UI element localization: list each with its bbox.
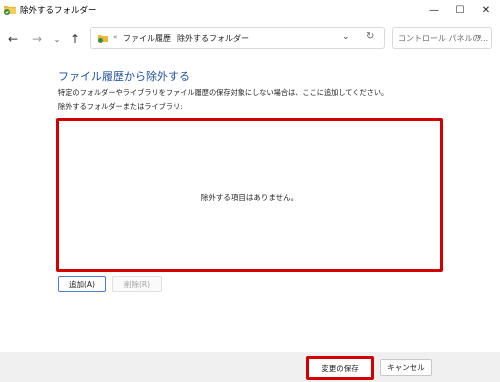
breadcrumb-file-history[interactable]: ファイル履歴 (123, 33, 171, 44)
breadcrumb-separator-icon[interactable]: › (165, 32, 169, 42)
maximize-icon: ☐ (455, 4, 465, 16)
cancel-button[interactable]: キャンセル (380, 359, 432, 376)
file-history-icon (98, 35, 108, 43)
minimize-icon: — (429, 4, 439, 16)
overflow-chevron-icon[interactable]: « (113, 33, 117, 41)
page-title: ファイル履歴から除外する (58, 70, 190, 83)
save-changes-button[interactable]: 変更の保存 (306, 356, 374, 380)
arrow-left-icon: ← (7, 32, 19, 46)
recent-locations-button[interactable]: ⌄ (48, 30, 66, 48)
window-title: 除外するフォルダー (20, 6, 97, 16)
search-placeholder: コントロール パネルの... (398, 34, 489, 43)
arrow-right-icon: → (31, 32, 43, 46)
search-input[interactable]: コントロール パネルの... ⌕ (392, 27, 492, 49)
page-description: 特定のフォルダーやライブラリをファイル履歴の保存対象にしない場合は、ここに追加し… (58, 88, 389, 97)
minimize-button[interactable]: — (420, 0, 448, 20)
chevron-down-icon: ⌄ (53, 34, 61, 44)
title-bar: 除外するフォルダー — ☐ ✕ (0, 0, 500, 22)
search-icon: ⌕ (477, 32, 483, 42)
maximize-button[interactable]: ☐ (446, 0, 474, 20)
empty-list-message: 除外する項目はありません。 (200, 193, 299, 202)
excluded-list-label: 除外するフォルダーまたはライブラリ: (58, 102, 183, 111)
add-button[interactable]: 追加(A) (58, 276, 106, 292)
breadcrumb-excluded-folders[interactable]: 除外するフォルダー (177, 33, 249, 44)
remove-button[interactable]: 削除(R) (112, 276, 162, 292)
up-button[interactable]: ↑ (66, 30, 84, 48)
address-bar[interactable]: « ファイル履歴 › 除外するフォルダー ⌄ ↻ (90, 27, 385, 49)
refresh-icon[interactable]: ↻ (366, 31, 374, 42)
close-button[interactable]: ✕ (472, 0, 500, 20)
file-history-folder-icon (4, 6, 16, 15)
back-button[interactable]: ← (4, 30, 22, 48)
excluded-items-list[interactable]: 除外する項目はありません。 (56, 118, 443, 272)
arrow-up-icon: ↑ (69, 32, 81, 46)
forward-button[interactable]: → (28, 30, 46, 48)
close-icon: ✕ (481, 4, 491, 16)
address-dropdown-icon[interactable]: ⌄ (342, 32, 350, 42)
